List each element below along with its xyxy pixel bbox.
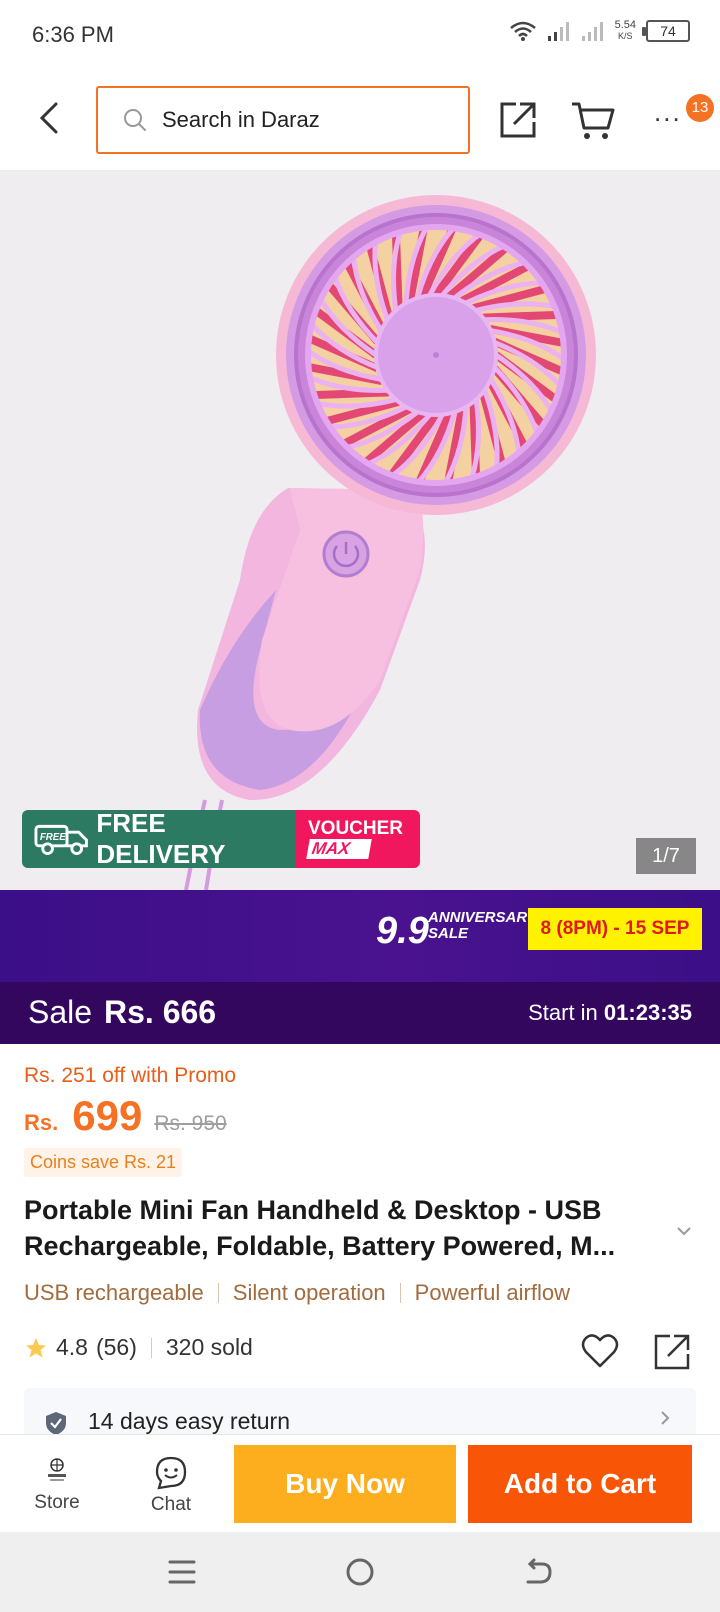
search-input[interactable]: Search in Daraz: [96, 86, 470, 154]
wishlist-button[interactable]: [580, 1332, 620, 1372]
back-arrow-icon: [526, 1558, 552, 1584]
share-icon: [500, 102, 536, 138]
free-tag: FREE: [40, 832, 66, 843]
signal-icon: [547, 22, 569, 41]
voucher-max-badge: VOUCHER MAX: [296, 810, 420, 868]
buy-now-button[interactable]: Buy Now: [234, 1445, 456, 1523]
voucher-label: VOUCHER: [308, 818, 404, 839]
search-placeholder: Search in Daraz: [162, 107, 320, 132]
store-button[interactable]: Store: [20, 1443, 94, 1527]
back-button[interactable]: [30, 98, 70, 138]
coins-badge: Coins save Rs. 21: [24, 1148, 183, 1177]
chat-label: Chat: [150, 1494, 192, 1515]
more-button[interactable]: ...: [654, 99, 690, 126]
sale-label: Sale: [28, 994, 93, 1030]
product-title: Portable Mini Fan Handheld & Desktop - U…: [24, 1195, 616, 1261]
cart-button[interactable]: [570, 100, 616, 142]
chevron-left-icon: [39, 102, 58, 134]
wifi-icon: [509, 21, 536, 41]
home-circle-icon: [346, 1558, 374, 1586]
signal-icon-2: [581, 22, 603, 41]
chat-button[interactable]: Chat: [134, 1443, 208, 1527]
divider: [150, 1337, 152, 1358]
add-to-cart-button[interactable]: Add to Cart: [468, 1445, 692, 1523]
home-button[interactable]: [340, 1552, 380, 1592]
chevron-right-icon: [661, 1411, 670, 1425]
campaign-sale: SALE: [428, 925, 469, 942]
image-counter: 1/7: [636, 838, 696, 874]
status-icons: 5.54 K/S 74: [509, 20, 690, 42]
battery-icon: 74: [642, 20, 690, 42]
recent-apps-button[interactable]: [162, 1552, 202, 1592]
countdown-time: 01:23:35: [603, 1000, 692, 1025]
feature-tag: Powerful airflow: [414, 1280, 570, 1305]
heart-icon: [581, 1334, 619, 1368]
menu-icon: [168, 1560, 196, 1584]
system-back-button[interactable]: [518, 1552, 558, 1592]
divider: [217, 1283, 219, 1303]
campaign-date: 8 (8PM) - 15 SEP: [528, 908, 702, 950]
status-time: 6:36 PM: [32, 22, 114, 47]
network-speed: 5.54 K/S: [615, 20, 636, 42]
return-policy-text: 14 days easy return: [88, 1408, 291, 1434]
shield-icon: [46, 1412, 66, 1435]
speed-unit: K/S: [618, 31, 633, 41]
sale-price: Rs. 666: [104, 994, 217, 1030]
rating-row[interactable]: 4.8 (56) 320 sold: [24, 1334, 253, 1361]
voucher-max-label: MAX: [306, 839, 372, 859]
cart-icon: [572, 102, 615, 139]
campaign-anniversary: ANNIVERSARY: [428, 909, 537, 926]
notification-badge: 13: [686, 94, 714, 122]
delivery-truck-icon: FREE: [34, 824, 88, 856]
current-price: 699: [72, 1092, 143, 1139]
speed-value: 5.54: [614, 19, 636, 31]
review-count: (56): [95, 1334, 137, 1360]
campaign-subtitle: ANNIVERSARY SALE: [428, 910, 537, 942]
campaign-banner[interactable]: 9.9 ANNIVERSARY SALE 8 (8PM) - 15 SEP: [0, 890, 720, 982]
feature-tag: Silent operation: [232, 1280, 386, 1305]
promo-strip: FREE FREE DELIVERY VOUCHER MAX: [22, 810, 420, 868]
sold-count: 320 sold: [165, 1334, 253, 1360]
chat-icon: [155, 1456, 187, 1490]
share-button[interactable]: [496, 98, 540, 142]
feature-tag: USB rechargeable: [24, 1280, 204, 1305]
price-row: Rs. 699 Rs. 950: [24, 1092, 227, 1140]
share-icon: [654, 1334, 690, 1370]
price-currency: Rs.: [24, 1110, 59, 1135]
product-image-gallery[interactable]: FREE FREE DELIVERY VOUCHER MAX 1/7: [0, 170, 720, 890]
promo-offer[interactable]: Rs. 251 off with Promo: [24, 1064, 236, 1088]
countdown-label: Start in: [528, 1000, 598, 1025]
free-delivery-label: FREE DELIVERY: [96, 810, 226, 868]
store-label: Store: [34, 1492, 80, 1513]
feature-tags: USB rechargeable Silent operation Powerf…: [24, 1280, 570, 1306]
search-icon: [124, 109, 146, 131]
product-share-button[interactable]: [652, 1332, 692, 1372]
free-delivery-badge: FREE FREE DELIVERY: [22, 810, 296, 868]
star-icon: [26, 1337, 46, 1357]
sale-countdown: Start in 01:23:35: [528, 1000, 692, 1026]
status-bar: 6:36 PM 5.54 K/S 74: [0, 0, 720, 72]
system-nav-bar: [0, 1532, 720, 1612]
divider: [399, 1283, 401, 1303]
campaign-title: 9.9: [376, 910, 429, 952]
flash-sale-bar: Sale Rs. 666 Start in 01:23:35: [0, 982, 720, 1044]
product-image: [184, 195, 596, 890]
store-logo-icon: [48, 1458, 66, 1481]
chevron-down-icon[interactable]: [676, 1226, 692, 1236]
original-price: Rs. 950: [154, 1112, 227, 1135]
rating-value: 4.8: [56, 1334, 88, 1360]
top-nav: Search in Daraz ... 13: [0, 72, 720, 170]
bottom-action-bar: Store Chat Buy Now Add to Cart: [0, 1434, 720, 1532]
